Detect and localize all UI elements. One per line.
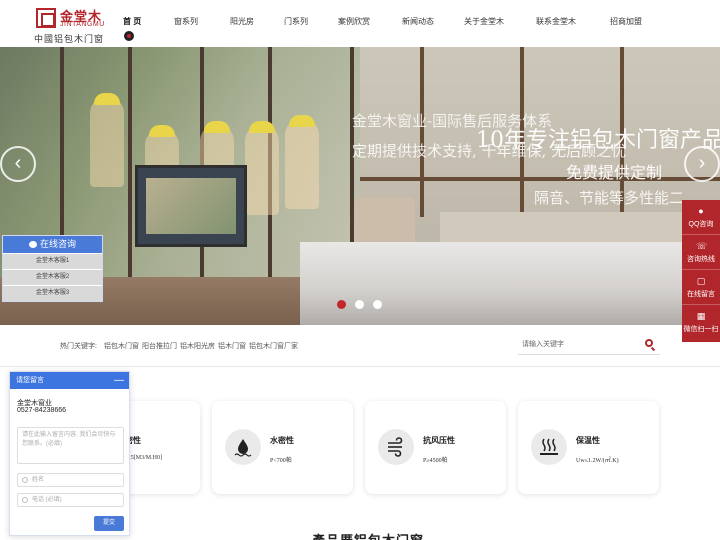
nav-item-doors[interactable]: 门系列 — [275, 0, 332, 47]
hot-keywords-label: 热门关键字: — [60, 343, 97, 350]
message-name-field[interactable]: 姓名 — [17, 473, 124, 487]
feature-card-wind: 抗风压性 P≥4500帕 — [365, 401, 506, 494]
message-phone-placeholder: 电话 (必填) — [32, 497, 62, 503]
header: 金堂木 JINTANGMU 中國铝包木门窗 首 页 窗系列 阳光房 门系列 案例… — [0, 0, 720, 47]
sidebar-item-wechat[interactable]: ▦ 微信扫一扫 — [682, 305, 720, 340]
search-icon[interactable] — [645, 339, 653, 347]
qq-icon: ● — [698, 206, 704, 216]
sidebar-item-hotline[interactable]: ☏ 咨询热线 — [682, 235, 720, 270]
banner-overlay — [0, 47, 720, 325]
nav-item-contact[interactable]: 联系金堂木 — [531, 0, 605, 47]
nav-item-label: 阳光房 — [230, 17, 254, 26]
feature-card-watertight: 水密性 P<700帕 — [212, 401, 353, 494]
message-company-phone: 0527-84238666 — [17, 407, 67, 414]
logo-subtitle: 中國铝包木门窗 — [34, 34, 105, 44]
nav-item-cases[interactable]: 案例欣赏 — [332, 0, 396, 47]
right-float-sidebar: ● QQ咨询 ☏ 咨询热线 ▢ 在线留言 ▦ 微信扫一扫 — [682, 200, 720, 342]
message-name-placeholder: 姓名 — [32, 477, 45, 483]
message-widget-header[interactable]: 请您留言 — — [10, 372, 129, 389]
section-title: 產品厝铝包木门窗 — [312, 530, 424, 540]
sidebar-item-qq[interactable]: ● QQ咨询 — [682, 200, 720, 235]
nav-item-news[interactable]: 新闻动态 — [396, 0, 460, 47]
wind-icon — [378, 429, 414, 465]
nav-item-label: 首 页 — [123, 17, 142, 26]
keyword-link[interactable]: 铝包木门窗 — [104, 341, 139, 351]
sidebar-item-message[interactable]: ▢ 在线留言 — [682, 270, 720, 305]
message-widget: 请您留言 — 金堂木窗业 0527-84238666 请在此输入留言内容, 我们… — [9, 371, 130, 536]
consult-service-3[interactable]: 金堂木客服3 — [3, 285, 102, 301]
feature-title: 水密性 — [270, 436, 294, 445]
logo-english: JINTANGMU — [60, 21, 105, 28]
sidebar-item-label: 微信扫一扫 — [683, 326, 719, 333]
carousel-next-icon[interactable]: › — [684, 146, 720, 182]
sidebar-item-label: 咨询热线 — [687, 256, 715, 263]
consult-service-1[interactable]: 金堂木客服1 — [3, 253, 102, 269]
banner-slogan-headline: 10年专注铝包木门窗产品的定制 — [476, 128, 720, 153]
carousel-dot[interactable] — [355, 300, 364, 309]
message-widget-title: 请您留言 — [16, 377, 44, 384]
message-phone-field[interactable]: 电话 (必填) — [17, 493, 124, 507]
keyword-link[interactable]: 铝木门窗 — [218, 341, 246, 351]
water-drop-icon — [225, 429, 261, 465]
main-nav: 首 页 窗系列 阳光房 门系列 案例欣赏 新闻动态 关于金堂木 联系金堂木 招商… — [110, 0, 665, 47]
phone-icon: ☏ — [696, 241, 708, 251]
logo[interactable]: 金堂木 JINTANGMU 中國铝包木门窗 — [34, 6, 108, 44]
consult-service-2[interactable]: 金堂木客服2 — [3, 269, 102, 285]
nav-item-label: 关于金堂木 — [464, 17, 504, 26]
feature-card-insulation: 保温性 Uw≤1.2W/(㎡.K) — [518, 401, 659, 494]
nav-item-sunroom[interactable]: 阳光房 — [220, 0, 275, 47]
feature-value: Uw≤1.2W/(㎡.K) — [576, 458, 619, 464]
search-box — [518, 333, 660, 355]
feature-value: P<700帕 — [270, 458, 292, 464]
message-submit-button[interactable]: 提交 — [94, 516, 124, 531]
carousel-prev-icon[interactable]: ‹ — [0, 146, 36, 182]
user-icon — [22, 477, 28, 483]
heat-icon — [531, 429, 567, 465]
keyword-link[interactable]: 阳台推拉门 — [142, 341, 177, 351]
nav-item-franchise[interactable]: 招商加盟 — [605, 0, 665, 47]
carousel-dots — [337, 300, 391, 309]
nav-item-about[interactable]: 关于金堂木 — [460, 0, 531, 47]
qrcode-icon: ▦ — [696, 311, 706, 321]
feature-title: 抗风压性 — [423, 436, 455, 445]
phone-icon — [22, 497, 28, 503]
nav-item-windows[interactable]: 窗系列 — [162, 0, 220, 47]
carousel-dot[interactable] — [337, 300, 346, 309]
keyword-link[interactable]: 铝包木门窗厂家 — [249, 341, 298, 351]
online-consult-header[interactable]: 在线咨询 — [3, 236, 102, 253]
sidebar-item-label: QQ咨询 — [688, 221, 714, 228]
nav-item-label: 新闻动态 — [402, 17, 434, 26]
nav-item-label: 招商加盟 — [610, 17, 642, 26]
sidebar-item-label: 在线留言 — [687, 291, 715, 298]
feature-value: P≥4500帕 — [423, 458, 448, 464]
online-consult-title: 在线咨询 — [39, 239, 76, 249]
message-content-field[interactable]: 请在此输入留言内容, 我们会尽快与您联系。(必填) — [17, 427, 124, 464]
nav-item-label: 案例欣赏 — [338, 17, 370, 26]
minimize-icon[interactable]: — — [114, 372, 124, 389]
nav-active-indicator-icon — [124, 31, 134, 41]
logo-mark-icon — [36, 8, 56, 28]
keyword-link[interactable]: 铝木阳光房 — [180, 341, 215, 351]
nav-item-label: 窗系列 — [174, 17, 198, 26]
nav-item-home[interactable]: 首 页 — [110, 0, 162, 47]
feature-title: 保温性 — [576, 436, 600, 445]
search-input[interactable] — [522, 337, 632, 351]
carousel-dot[interactable] — [373, 300, 382, 309]
banner-slogan-features: 隔音、节能等多性能二 — [534, 189, 685, 207]
message-icon: ▢ — [696, 276, 706, 286]
nav-item-label: 联系金堂木 — [536, 17, 576, 26]
chat-bubble-icon — [28, 241, 37, 248]
nav-item-label: 门系列 — [284, 17, 308, 26]
hot-keywords-list: 铝包木门窗 阳台推拉门 铝木阳光房 铝木门窗 铝包木门窗厂家 — [104, 341, 301, 351]
banner-slogan-free: 免费提供定制 — [566, 163, 663, 182]
online-consult-box: 在线咨询 金堂木客服1 金堂木客服2 金堂木客服3 — [2, 235, 103, 302]
hero-banner: 金堂木窗业-国际售后服务体系 定期提供技术支持, 千年维保, 无后顾之忧 10年… — [0, 47, 720, 325]
